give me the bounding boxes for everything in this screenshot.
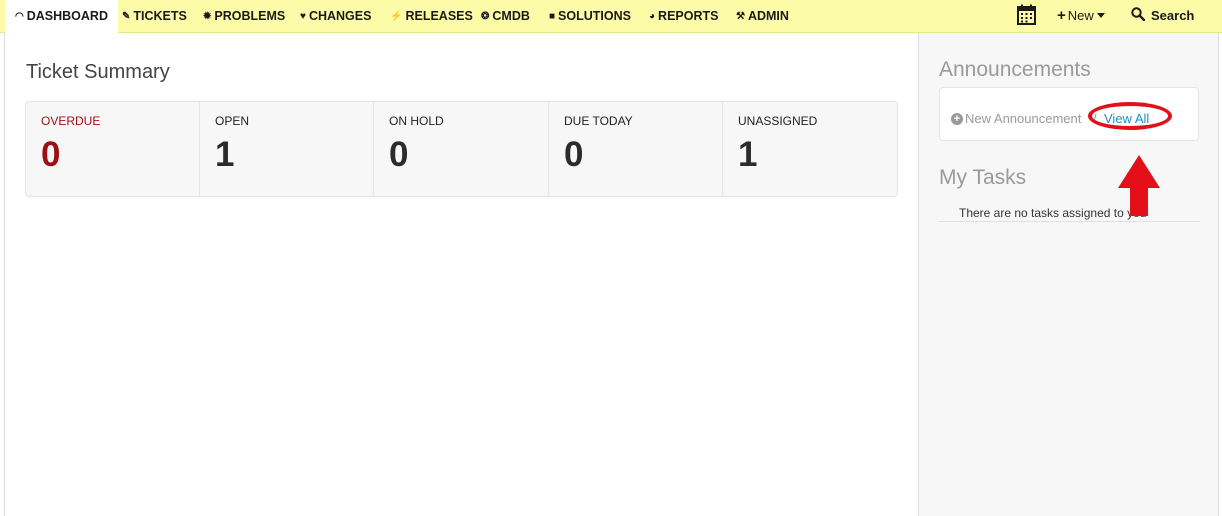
calendar-button[interactable]: [1017, 4, 1036, 26]
changes-icon: ♥: [300, 11, 306, 22]
top-navigation-bar: ◠ DASHBOARD ✎ TICKETS ✹ PROBLEMS ♥ CHANGES ⚡…: [0, 0, 1222, 33]
new-announcement-link[interactable]: + New Announcement: [951, 111, 1081, 126]
calendar-icon: [1017, 4, 1036, 25]
plus-icon: +: [1057, 7, 1066, 24]
summary-count: 0: [564, 135, 584, 174]
nav-dashboard-label: DASHBOARD: [26, 9, 108, 23]
summary-on-hold[interactable]: ON HOLD 0: [374, 102, 549, 196]
nav-cmdb-label: CMDB: [492, 9, 530, 23]
nav-releases[interactable]: ⚡ RELEASES: [390, 0, 473, 33]
summary-count: 0: [389, 135, 409, 174]
nav-admin[interactable]: ⚒ ADMIN: [736, 0, 789, 33]
summary-count: 1: [738, 135, 758, 174]
new-announcement-label: New Announcement: [965, 111, 1082, 126]
summary-label: OPEN: [215, 114, 250, 128]
highlight-ellipse: [1088, 102, 1172, 130]
new-dropdown-button[interactable]: + New: [1057, 0, 1105, 33]
page-frame-right: [1218, 33, 1219, 516]
summary-overdue[interactable]: OVERDUE 0: [26, 102, 200, 196]
search-button[interactable]: Search: [1131, 0, 1194, 33]
pie-chart-icon: ◕: [649, 11, 656, 22]
cube-icon: ❂: [481, 11, 490, 22]
book-icon: ■: [549, 11, 556, 22]
search-icon: [1131, 7, 1146, 22]
summary-due-today[interactable]: DUE TODAY 0: [549, 102, 723, 196]
summary-count: 1: [215, 135, 235, 174]
nav-problems-label: PROBLEMS: [214, 9, 286, 23]
plus-circle-icon: +: [951, 113, 963, 125]
page-title: Ticket Summary: [26, 61, 170, 83]
divider: [939, 221, 1200, 222]
announcements-heading: Announcements: [939, 58, 1091, 81]
nav-solutions-label: SOLUTIONS: [558, 9, 631, 23]
summary-unassigned[interactable]: UNASSIGNED 1: [723, 102, 897, 196]
my-tasks-heading: My Tasks: [939, 166, 1027, 189]
summary-label: DUE TODAY: [564, 114, 633, 128]
summary-open[interactable]: OPEN 1: [200, 102, 374, 196]
nav-reports[interactable]: ◕ REPORTS: [649, 0, 718, 33]
nav-tickets[interactable]: ✎ TICKETS: [122, 0, 187, 33]
nav-admin-label: ADMIN: [747, 9, 789, 23]
ticket-summary-card: OVERDUE 0 OPEN 1 ON HOLD 0 DUE TODAY 0 U…: [25, 101, 898, 197]
chevron-down-icon: [1096, 13, 1105, 18]
page-frame-left: [4, 33, 5, 516]
red-arrow-annotation: [1118, 155, 1160, 216]
nav-dashboard[interactable]: ◠ DASHBOARD: [5, 0, 118, 33]
nav-changes[interactable]: ♥ CHANGES: [300, 0, 371, 33]
gauge-icon: ◠: [15, 11, 24, 22]
summary-label: ON HOLD: [389, 114, 444, 128]
nav-problems[interactable]: ✹ PROBLEMS: [203, 0, 285, 33]
new-label: New: [1067, 8, 1094, 23]
nav-changes-label: CHANGES: [308, 9, 372, 23]
nav-releases-label: RELEASES: [405, 9, 473, 23]
bug-icon: ✹: [203, 11, 212, 22]
summary-count: 0: [41, 135, 61, 174]
search-label: Search: [1151, 8, 1195, 23]
nav-tickets-label: TICKETS: [133, 9, 187, 23]
lightning-icon: ⚡: [390, 11, 403, 22]
nav-cmdb[interactable]: ❂ CMDB: [481, 0, 530, 33]
right-sidebar: Announcements + New Announcement / View A…: [918, 33, 1218, 516]
nav-solutions[interactable]: ■ SOLUTIONS: [549, 0, 631, 33]
announcements-box: + New Announcement / View All: [939, 87, 1199, 141]
nav-reports-label: REPORTS: [658, 9, 719, 23]
summary-label: UNASSIGNED: [738, 114, 818, 128]
tools-icon: ⚒: [736, 11, 745, 22]
summary-label: OVERDUE: [41, 114, 101, 128]
ticket-icon: ✎: [122, 11, 131, 22]
